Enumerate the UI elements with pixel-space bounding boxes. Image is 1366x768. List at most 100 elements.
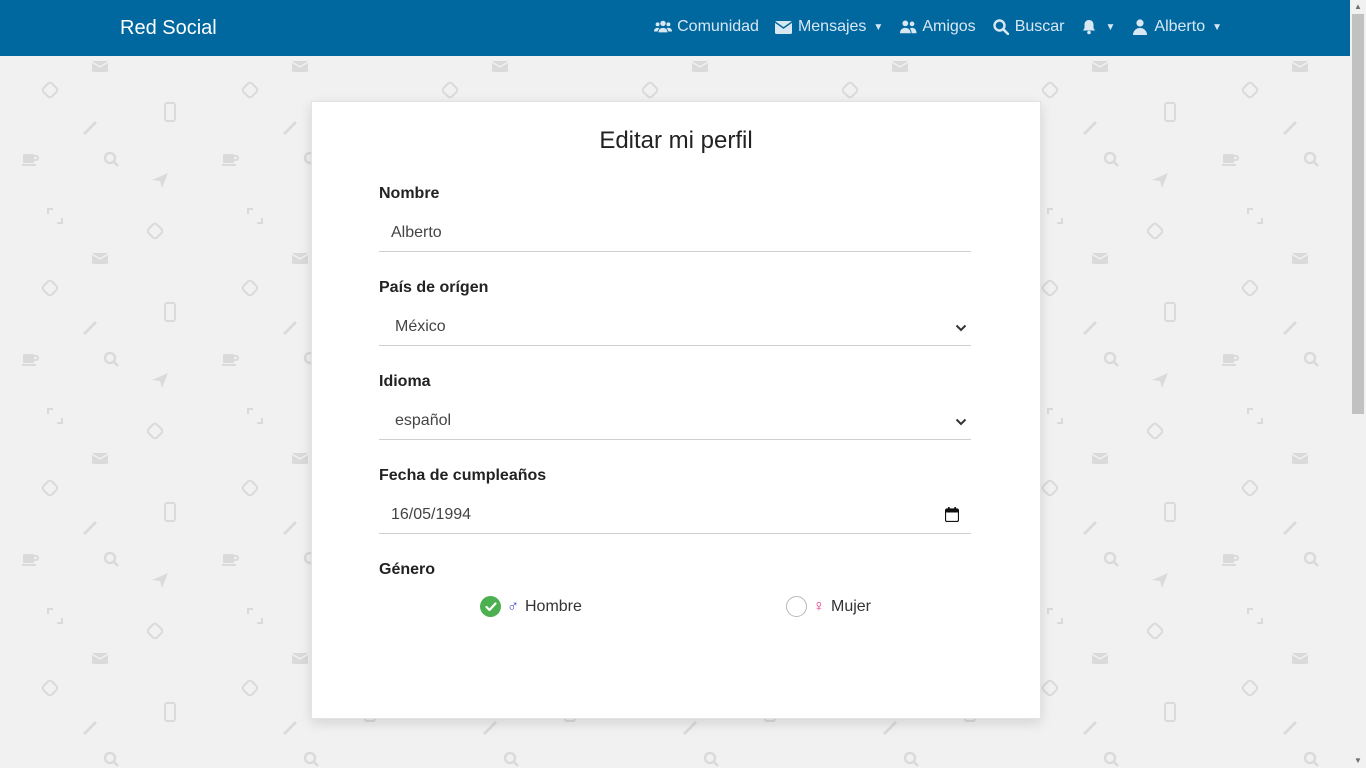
- pattern-icon: [240, 478, 260, 498]
- pattern-icon: [20, 548, 40, 568]
- pattern-icon: [1100, 548, 1120, 568]
- nav-menu: Comunidad Mensajes ▼ Amigos Buscar ▼ Alb…: [654, 18, 1222, 36]
- pattern-icon: [1080, 316, 1100, 336]
- pattern-icon: [280, 516, 300, 536]
- pattern-icon: [1100, 148, 1120, 168]
- pattern-icon: [840, 80, 860, 100]
- pattern-icon: [1245, 406, 1265, 426]
- pattern-icon: [100, 348, 120, 368]
- pattern-icon: [220, 148, 240, 168]
- pattern-icon: [1240, 278, 1260, 298]
- pattern-icon: [1290, 448, 1310, 468]
- pattern-icon: [1090, 248, 1110, 268]
- pattern-icon: [1300, 548, 1320, 568]
- pais-value: México: [395, 317, 446, 335]
- pattern-icon: [240, 80, 260, 100]
- idioma-select[interactable]: español: [379, 402, 971, 440]
- pattern-icon: [1220, 548, 1240, 568]
- pattern-icon: [1220, 348, 1240, 368]
- pattern-icon: [40, 478, 60, 498]
- nav-comunidad[interactable]: Comunidad: [654, 18, 759, 36]
- pattern-icon: [245, 406, 265, 426]
- pattern-icon: [45, 406, 65, 426]
- page-scrollbar[interactable]: ▲ ▼: [1350, 0, 1366, 768]
- pattern-icon: [145, 621, 165, 641]
- pattern-icon: [480, 716, 500, 736]
- female-icon: ♀: [813, 597, 825, 615]
- pattern-icon: [280, 116, 300, 136]
- pattern-icon: [680, 716, 700, 736]
- nombre-value: Alberto: [391, 223, 442, 241]
- pattern-icon: [150, 570, 170, 590]
- nav-buscar[interactable]: Buscar: [992, 18, 1064, 36]
- radio-hombre[interactable]: ♂ Hombre: [480, 596, 582, 617]
- pattern-icon: [245, 206, 265, 226]
- pattern-icon: [220, 548, 240, 568]
- pattern-icon: [1240, 678, 1260, 698]
- pattern-icon: [90, 648, 110, 668]
- scroll-down-arrow[interactable]: ▼: [1353, 756, 1363, 766]
- radio-mujer-label: Mujer: [831, 597, 872, 615]
- pattern-icon: [90, 56, 110, 76]
- nombre-input[interactable]: Alberto: [379, 214, 971, 252]
- pattern-icon: [90, 448, 110, 468]
- chevron-down-icon: ▼: [1105, 21, 1116, 33]
- page-title: Editar mi perfil: [599, 127, 753, 154]
- radio-unchecked-icon: [786, 596, 807, 617]
- pais-label: País de orígen: [379, 279, 489, 296]
- bell-icon: [1080, 19, 1098, 35]
- pattern-icon: [1150, 570, 1170, 590]
- pattern-icon: [1160, 102, 1180, 122]
- pattern-icon: [40, 278, 60, 298]
- pattern-icon: [1040, 678, 1060, 698]
- pattern-icon: [1160, 302, 1180, 322]
- radio-hombre-label: Hombre: [525, 597, 582, 615]
- pattern-icon: [150, 370, 170, 390]
- pattern-icon: [1090, 56, 1110, 76]
- nav-notifications[interactable]: ▼: [1080, 19, 1115, 35]
- fecha-label: Fecha de cumpleaños: [379, 467, 547, 484]
- pattern-icon: [290, 448, 310, 468]
- pattern-icon: [1290, 56, 1310, 76]
- pattern-icon: [1145, 221, 1165, 241]
- pattern-icon: [100, 748, 120, 768]
- pattern-icon: [1040, 278, 1060, 298]
- pattern-icon: [1280, 316, 1300, 336]
- pattern-icon: [145, 421, 165, 441]
- pattern-icon: [500, 748, 520, 768]
- user-icon: [1131, 19, 1149, 35]
- pattern-icon: [1300, 748, 1320, 768]
- pattern-icon: [90, 248, 110, 268]
- pattern-icon: [890, 56, 910, 76]
- calendar-icon[interactable]: [944, 507, 960, 527]
- users-icon: [654, 19, 673, 35]
- pattern-icon: [290, 648, 310, 668]
- nav-amigos[interactable]: Amigos: [899, 18, 976, 36]
- nav-mensajes[interactable]: Mensajes ▼: [775, 18, 883, 36]
- pattern-icon: [40, 678, 60, 698]
- chevron-down-icon: ▼: [1212, 21, 1222, 33]
- nav-user[interactable]: Alberto ▼: [1131, 18, 1222, 36]
- user-friends-icon: [899, 19, 917, 35]
- pattern-icon: [1040, 478, 1060, 498]
- pais-select[interactable]: México: [379, 308, 971, 346]
- pattern-icon: [150, 170, 170, 190]
- pattern-icon: [1150, 170, 1170, 190]
- pattern-icon: [290, 56, 310, 76]
- brand-logo[interactable]: Red Social: [120, 17, 217, 40]
- pattern-icon: [1300, 348, 1320, 368]
- pattern-icon: [160, 302, 180, 322]
- pattern-icon: [1090, 648, 1110, 668]
- pattern-icon: [880, 716, 900, 736]
- pattern-icon: [40, 80, 60, 100]
- pattern-icon: [240, 678, 260, 698]
- scroll-thumb[interactable]: [1352, 14, 1364, 414]
- envelope-icon: [775, 19, 793, 35]
- fecha-input[interactable]: 16/05/1994: [379, 496, 971, 534]
- pattern-icon: [900, 748, 920, 768]
- pattern-icon: [80, 716, 100, 736]
- chevron-down-icon: [955, 414, 967, 432]
- edit-profile-card: Editar mi perfil Nombre Alberto País de …: [311, 101, 1041, 719]
- scroll-up-arrow[interactable]: ▲: [1353, 2, 1363, 12]
- radio-mujer[interactable]: ♀ Mujer: [786, 596, 871, 617]
